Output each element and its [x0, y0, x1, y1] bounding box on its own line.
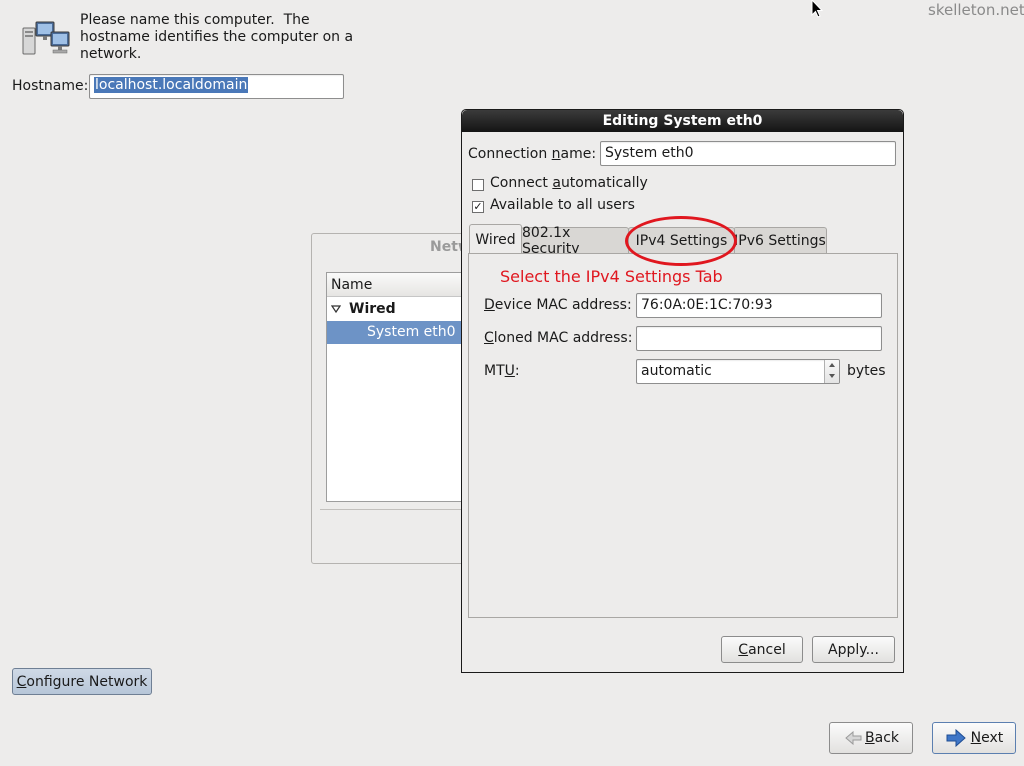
- connection-name-value: System eth0: [605, 145, 694, 161]
- next-label: Next: [970, 730, 1004, 746]
- cloned-mac-input[interactable]: [636, 326, 882, 351]
- tab-wired[interactable]: Wired: [469, 224, 522, 254]
- tab-802-1x-security[interactable]: 802.1x Security: [521, 225, 629, 257]
- hostname-input[interactable]: localhost.localdomain: [89, 74, 344, 99]
- cancel-button[interactable]: Cancel: [721, 636, 803, 663]
- arrow-left-icon: [845, 730, 862, 746]
- annotation-highlight-ring: [625, 216, 737, 266]
- tree-item-label: System eth0: [367, 324, 456, 340]
- network-computers-icon: [22, 21, 70, 55]
- dialog-title: Editing System eth0: [462, 110, 903, 132]
- apply-label: Apply...: [828, 641, 879, 658]
- intro-line-2: hostname identifies the computer on a: [80, 29, 354, 45]
- mtu-spin-buttons[interactable]: [824, 360, 839, 383]
- panel-separator: [320, 509, 480, 510]
- tree-group-label: Wired: [349, 301, 396, 317]
- mtu-unit-label: bytes: [847, 363, 886, 379]
- device-mac-input[interactable]: 76:0A:0E:1C:70:93: [636, 293, 882, 318]
- next-button[interactable]: Next: [932, 722, 1016, 754]
- intro-line-3: network.: [80, 46, 142, 62]
- mtu-value: automatic: [641, 363, 712, 379]
- configure-network-button[interactable]: Configure Network: [12, 668, 152, 695]
- device-mac-value: 76:0A:0E:1C:70:93: [641, 297, 773, 313]
- cancel-label: Cancel: [738, 641, 786, 658]
- connect-automatically-label[interactable]: Connect automatically: [490, 175, 648, 191]
- cloned-mac-label: Cloned MAC address:: [484, 330, 633, 346]
- column-header-label: Name: [331, 277, 373, 293]
- intro-line-1: Please name this computer. The: [80, 12, 310, 28]
- mtu-spin-input[interactable]: automatic: [636, 359, 840, 384]
- mtu-label: MTU:: [484, 363, 520, 379]
- wired-tab-panel: Select the IPv4 Settings Tab Device MAC …: [468, 253, 898, 618]
- available-all-users-label[interactable]: Available to all users: [490, 197, 635, 213]
- apply-button[interactable]: Apply...: [812, 636, 895, 663]
- spin-down-icon[interactable]: [825, 371, 839, 382]
- watermark: skelleton.net: [928, 1, 1024, 19]
- device-mac-label: Device MAC address:: [484, 297, 632, 313]
- mouse-cursor-icon: [811, 0, 824, 18]
- tab-ipv6-settings[interactable]: IPv6 Settings: [733, 227, 827, 254]
- arrow-right-icon: [946, 729, 966, 747]
- network-connections-panel: Netw Name Wired System eth0: [311, 233, 488, 564]
- back-label: Back: [865, 730, 899, 746]
- checkmark-icon: ✓: [473, 200, 483, 213]
- back-button[interactable]: Back: [829, 722, 913, 754]
- hostname-value: localhost.localdomain: [94, 77, 249, 93]
- expander-down-icon[interactable]: [331, 304, 341, 314]
- connect-automatically-checkbox[interactable]: [472, 179, 484, 191]
- available-all-users-checkbox[interactable]: ✓: [472, 201, 484, 213]
- annotation-text: Select the IPv4 Settings Tab: [500, 267, 723, 286]
- connection-name-label: Connection name:: [468, 146, 597, 162]
- hostname-label: Hostname:: [12, 78, 89, 94]
- connection-name-input[interactable]: System eth0: [600, 141, 896, 166]
- spin-up-icon[interactable]: [825, 360, 839, 371]
- editing-connection-dialog: Editing System eth0 Connection name: Sys…: [461, 109, 904, 673]
- configure-network-label: Configure Network: [16, 673, 148, 690]
- intro-text: Please name this computer. The hostname …: [80, 12, 353, 63]
